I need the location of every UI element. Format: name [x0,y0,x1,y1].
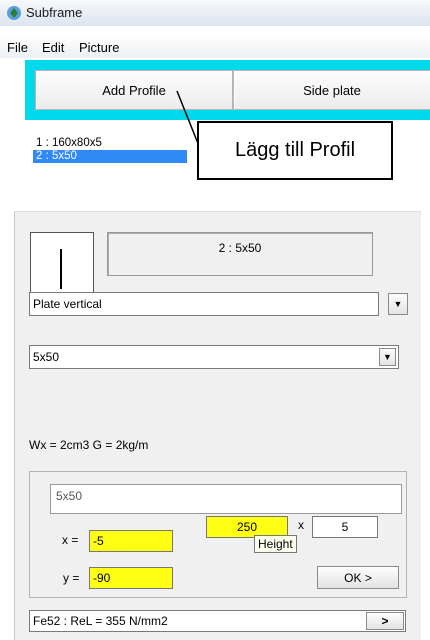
x-input[interactable]: -5 [89,530,173,552]
profile-size-select[interactable]: 5x50 ▼ [29,345,399,369]
times-label: x [298,518,304,532]
list-item-selected[interactable]: 2 : 5x50 [33,150,187,163]
toolbar: Add Profile Side plate [25,60,430,120]
height-tooltip: Height [254,535,297,553]
list-item[interactable]: 1 : 160x80x5 [33,137,105,150]
window-title: Subframe [26,5,83,20]
chevron-down-icon: ▼ [383,352,392,362]
y-label: y = [63,571,80,585]
material-value: Fe52 : ReL = 355 N/mm2 [33,614,168,628]
material-select-button[interactable]: > [366,612,404,630]
profile-size-value: 5x50 [33,350,60,364]
placement-group: 5x50 x = -5 y = -90 250 x 5 Height OK > [29,471,407,598]
ok-button[interactable]: OK > [317,566,399,589]
annotation-callout: Lägg till Profil [197,121,393,180]
description-input[interactable]: 5x50 [50,484,402,514]
menu-picture[interactable]: Picture [79,40,119,55]
profile-type-select[interactable]: Plate vertical [29,292,379,316]
chevron-down-icon: ▼ [393,299,403,309]
size-dropdown-arrow[interactable]: ▼ [379,348,396,366]
material-field[interactable]: Fe52 : ReL = 355 N/mm2 > [29,610,406,632]
menu-bar: File Edit Picture [0,38,430,58]
profile-preview [30,232,94,300]
x-label: x = [62,533,79,547]
title-bar: Subframe [0,0,430,26]
profile-panel: 2 : 5x50 Plate vertical ▼ 5x50 ▼ Wx = 2c… [14,212,421,640]
menu-file[interactable]: File [7,40,28,55]
type-dropdown-button[interactable]: ▼ [388,293,408,315]
app-icon [7,6,21,20]
section-properties: Wx = 2cm3 G = 2kg/m [29,438,149,452]
side-plate-button[interactable]: Side plate [233,70,430,110]
width-input[interactable]: 5 [312,516,378,538]
add-profile-button[interactable]: Add Profile [35,70,233,110]
menu-edit[interactable]: Edit [42,40,64,55]
profile-shape [60,249,62,289]
profile-name-box: 2 : 5x50 [107,232,373,276]
y-input[interactable]: -90 [89,567,173,589]
profile-type-value: Plate vertical [33,297,102,311]
